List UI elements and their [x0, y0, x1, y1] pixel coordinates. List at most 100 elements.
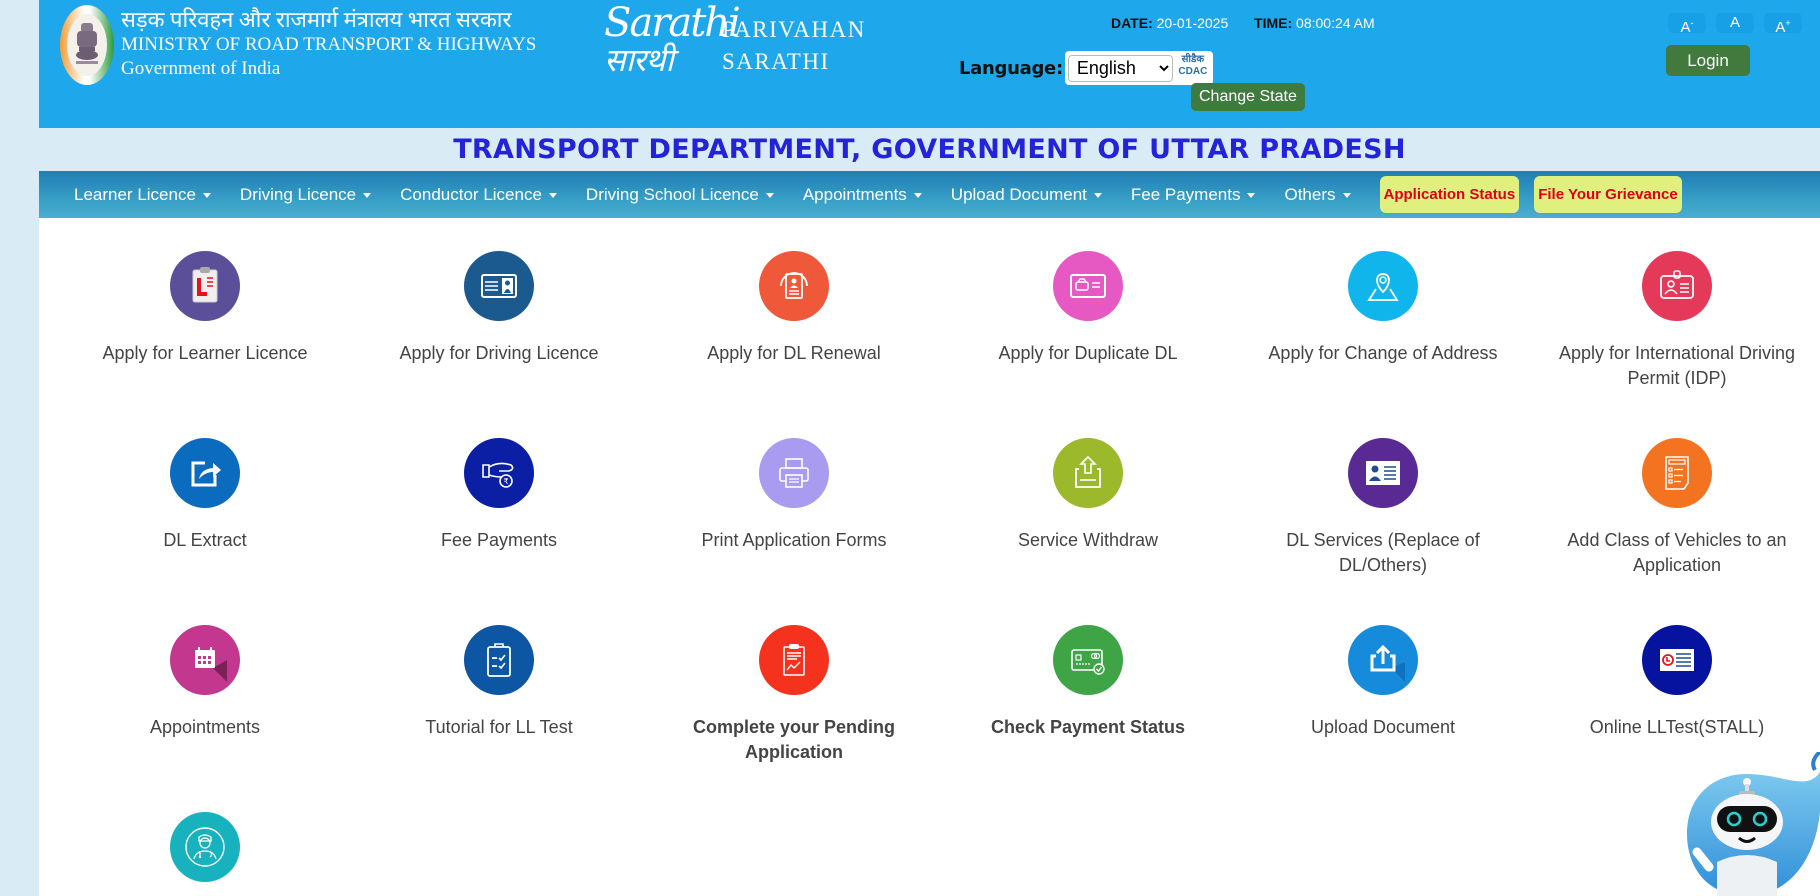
- service-label[interactable]: DL Services (Replace of DL/Others): [1243, 528, 1523, 578]
- service-tile[interactable]: Online LLTest(STALL): [1537, 625, 1817, 740]
- cdac-english: CDAC: [1178, 66, 1208, 77]
- service-tile[interactable]: Print Application Forms: [654, 438, 934, 553]
- driving-licence-card-icon[interactable]: [464, 251, 534, 321]
- nav-label: Appointments: [802, 184, 907, 204]
- service-label[interactable]: Complete your Pending Application: [654, 715, 934, 765]
- nav-conductor-licence[interactable]: Conductor Licence: [400, 185, 557, 205]
- service-label[interactable]: DL Extract: [65, 528, 345, 553]
- nav-upload-document[interactable]: Upload Document: [951, 185, 1102, 205]
- font-decrease-button[interactable]: A-: [1668, 13, 1706, 36]
- service-tile[interactable]: Upload Document: [1243, 625, 1523, 740]
- cdac-hindi: सीडैक: [1181, 54, 1205, 65]
- service-tile[interactable]: DL Services (Replace of DL/Others): [1243, 438, 1523, 578]
- caret-down-icon: [1093, 193, 1102, 198]
- ll-test-card-icon[interactable]: [1642, 625, 1712, 695]
- service-tile[interactable]: Apply for DL Renewal: [654, 251, 934, 366]
- ministry-title: सड़क परिवहन और राजमार्ग मंत्रालय भारत सर…: [121, 7, 536, 81]
- clipboard-checklist-icon[interactable]: [464, 625, 534, 695]
- service-tile[interactable]: Service Withdraw: [948, 438, 1228, 553]
- hand-rupee-icon[interactable]: ₹: [464, 438, 534, 508]
- id-badge-icon[interactable]: [1642, 251, 1712, 321]
- time-label: TIME:: [1254, 15, 1293, 31]
- svg-text:₹: ₹: [503, 477, 508, 486]
- service-label[interactable]: Apply for Learner Licence: [65, 341, 345, 366]
- service-tile[interactable]: Appointments: [65, 625, 345, 740]
- font-increase-sup: +: [1785, 18, 1791, 28]
- font-decrease-sup: -: [1690, 18, 1694, 28]
- service-label[interactable]: Online LLTest(STALL): [1537, 715, 1817, 740]
- nav-others[interactable]: Others: [1284, 185, 1351, 205]
- font-normal-label: A: [1729, 14, 1740, 31]
- id-card-person-icon[interactable]: [1348, 438, 1418, 508]
- service-label[interactable]: Tutorial for LL Test: [359, 715, 639, 740]
- renewal-icon[interactable]: [759, 251, 829, 321]
- service-tile[interactable]: [65, 812, 345, 882]
- service-tile[interactable]: Check Payment Status: [948, 625, 1228, 740]
- map-location-pin-icon[interactable]: [1348, 251, 1418, 321]
- service-tile[interactable]: Apply for Learner Licence: [65, 251, 345, 366]
- caret-down-icon: [1342, 193, 1351, 198]
- nav-label: Conductor Licence: [400, 184, 542, 204]
- checklist-document-icon[interactable]: [1642, 438, 1712, 508]
- service-label[interactable]: Service Withdraw: [948, 528, 1228, 553]
- nav-driving-licence[interactable]: Driving Licence: [240, 185, 372, 205]
- caret-down-icon: [548, 193, 557, 198]
- service-label[interactable]: Apply for Change of Address: [1243, 341, 1523, 366]
- card-payment-check-icon[interactable]: [1053, 625, 1123, 695]
- service-tile[interactable]: Complete your Pending Application: [654, 625, 934, 765]
- service-label[interactable]: Add Class of Vehicles to an Application: [1537, 528, 1817, 578]
- service-label[interactable]: Apply for DL Renewal: [654, 341, 934, 366]
- nav-fee-payments[interactable]: Fee Payments: [1131, 185, 1256, 205]
- nav-application-status[interactable]: Application Status: [1379, 176, 1520, 213]
- nav-driving-school-licence[interactable]: Driving School Licence: [586, 185, 774, 205]
- brand-name: PARIVAHAN SARATHI: [722, 14, 866, 78]
- nav-learner-licence[interactable]: Learner Licence: [74, 185, 211, 205]
- font-normal-button[interactable]: A: [1716, 13, 1754, 33]
- chatbot-button[interactable]: [1687, 750, 1820, 896]
- upload-icon[interactable]: [1348, 625, 1418, 695]
- service-label[interactable]: Apply for Driving Licence: [359, 341, 639, 366]
- service-tile[interactable]: Add Class of Vehicles to an Application: [1537, 438, 1817, 578]
- service-tile[interactable]: ₹ Fee Payments: [359, 438, 639, 553]
- government-of-india: Government of India: [121, 58, 281, 79]
- caret-down-icon: [202, 193, 211, 198]
- language-select[interactable]: English: [1067, 54, 1173, 82]
- service-label[interactable]: Appointments: [65, 715, 345, 740]
- service-tile[interactable]: Apply for Duplicate DL: [948, 251, 1228, 366]
- duplicate-dl-car-card-icon[interactable]: [1053, 251, 1123, 321]
- ministry-hindi: सड़क परिवहन और राजमार्ग मंत्रालय भारत सर…: [121, 7, 512, 32]
- service-tile[interactable]: Tutorial for LL Test: [359, 625, 639, 740]
- printer-icon[interactable]: [759, 438, 829, 508]
- change-state-button[interactable]: Change State: [1191, 83, 1305, 111]
- calendar-icon[interactable]: [170, 625, 240, 695]
- language-label: Language:: [959, 57, 1063, 79]
- service-label[interactable]: Check Payment Status: [948, 715, 1228, 740]
- sarathi-logo-hindi: सारथी: [604, 41, 674, 79]
- login-button[interactable]: Login: [1666, 45, 1750, 76]
- service-tile[interactable]: DL Extract: [65, 438, 345, 553]
- service-tile[interactable]: Apply for International Driving Permit (…: [1537, 251, 1817, 391]
- caret-down-icon: [913, 193, 922, 198]
- font-increase-button[interactable]: A+: [1764, 13, 1802, 36]
- main-nav: Learner Licence Driving Licence Conducto…: [39, 171, 1820, 218]
- sarathi-logo[interactable]: Sarathi सारथी: [604, 3, 741, 80]
- ashoka-emblem-icon: [76, 23, 98, 64]
- service-tile[interactable]: Apply for Driving Licence: [359, 251, 639, 366]
- service-label[interactable]: Print Application Forms: [654, 528, 934, 553]
- service-label[interactable]: Upload Document: [1243, 715, 1523, 740]
- service-label[interactable]: Fee Payments: [359, 528, 639, 553]
- share-export-icon[interactable]: [170, 438, 240, 508]
- service-tile[interactable]: Apply for Change of Address: [1243, 251, 1523, 366]
- nav-file-grievance[interactable]: File Your Grievance: [1534, 176, 1682, 213]
- service-label[interactable]: Apply for Duplicate DL: [948, 341, 1228, 366]
- caret-down-icon: [363, 193, 372, 198]
- nav-appointments[interactable]: Appointments: [803, 185, 922, 205]
- nav-label: Upload Document: [950, 184, 1087, 204]
- withdraw-upload-tray-icon[interactable]: [1053, 438, 1123, 508]
- clipboard-report-icon[interactable]: [759, 625, 829, 695]
- nav-label: Fee Payments: [1130, 184, 1241, 204]
- learner-licence-clipboard-icon[interactable]: [170, 251, 240, 321]
- doctor-icon[interactable]: [170, 812, 240, 882]
- chatbot-robot-icon: [1687, 750, 1820, 896]
- service-label[interactable]: Apply for International Driving Permit (…: [1537, 341, 1817, 391]
